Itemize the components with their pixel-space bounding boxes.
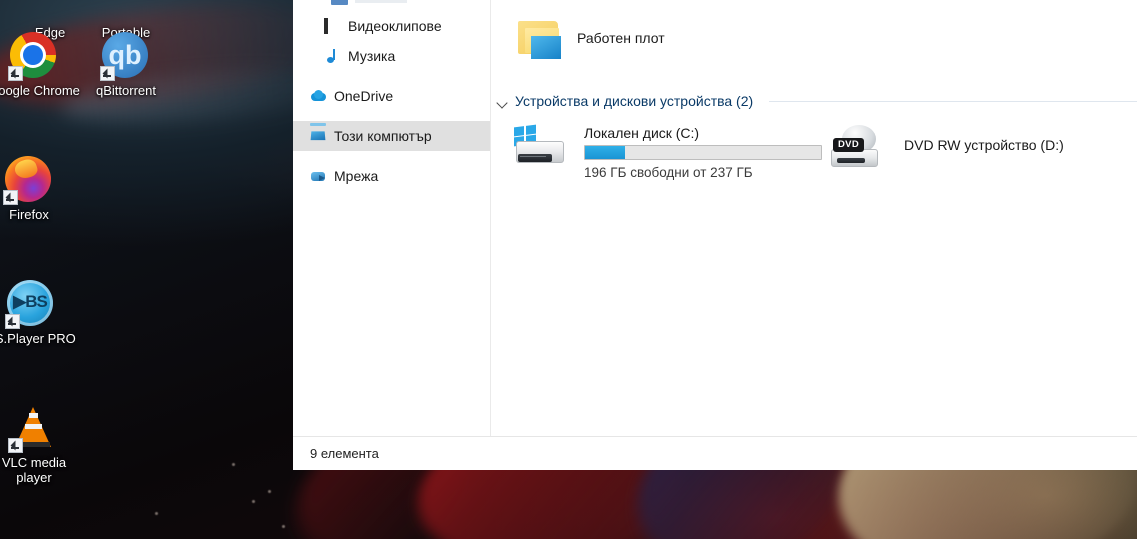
network-icon xyxy=(310,168,327,185)
wallpaper-sparkle xyxy=(252,500,255,503)
qbittorrent-icon: qb xyxy=(100,32,150,81)
dvd-badge-label: DVD xyxy=(833,138,864,152)
wallpaper-sparkle xyxy=(155,512,158,515)
shortcut-arrow-icon xyxy=(8,66,23,81)
desktop-icon-google-chrome[interactable]: Google Chrome xyxy=(0,32,82,98)
group-header-divider xyxy=(769,100,1137,102)
folder-item-desktop[interactable]: Работен плот xyxy=(516,18,665,59)
sidebar-item-video[interactable]: Видеоклипове xyxy=(293,11,490,41)
shortcut-arrow-icon xyxy=(3,190,18,205)
desktop-icon-label: Google Chrome xyxy=(0,83,80,98)
drive-capacity-bar xyxy=(584,145,822,160)
computer-icon xyxy=(310,128,327,145)
dvd-drive-icon: DVD xyxy=(831,124,888,170)
sidebar-item-label: OneDrive xyxy=(334,88,394,104)
wallpaper-sparkle xyxy=(282,525,285,528)
nav-item-partial-icon xyxy=(331,0,348,5)
desktop-icon-qbittorrent[interactable]: qb qBittorrent xyxy=(78,32,174,98)
sidebar-item-onedrive[interactable]: OneDrive xyxy=(293,81,490,111)
group-header-devices-and-drives[interactable]: Устройства и дискови устройства (2) xyxy=(497,93,1137,109)
folder-item-label: Работен плот xyxy=(577,30,665,46)
folder-icon xyxy=(102,0,150,22)
sidebar-item-label: Видеоклипове xyxy=(348,18,442,34)
sidebar-item-label: Музика xyxy=(348,48,396,64)
nav-item-partial-label xyxy=(355,0,407,3)
group-header-label: Устройства и дискови устройства (2) xyxy=(515,93,754,109)
music-note-icon xyxy=(324,48,341,65)
edge-icon xyxy=(26,0,74,22)
drive-free-space-label: 196 ГБ свободни от 237 ГБ xyxy=(584,165,753,180)
desktop-icon-label: Firefox xyxy=(9,207,49,222)
hard-disk-icon xyxy=(511,124,568,170)
sidebar-item-label: Мрежа xyxy=(334,168,379,184)
status-bar: 9 елемента xyxy=(293,436,1137,470)
drive-item-local-disk-c[interactable]: Локален диск (C:) 196 ГБ свободни от 237… xyxy=(511,124,822,180)
desktop-icon-label: VLC media player xyxy=(1,455,67,485)
drive-name-label: DVD RW устройство (D:) xyxy=(904,137,1064,153)
file-explorer-window[interactable]: Видеоклипове Музика OneDrive Този компют… xyxy=(293,0,1137,470)
bsplayer-icon: ▶BS xyxy=(5,280,55,329)
sidebar-item-this-pc[interactable]: Този компютър xyxy=(293,121,490,151)
wallpaper-sparkle xyxy=(268,490,271,493)
content-pane[interactable]: Работен плот Устройства и дискови устрой… xyxy=(491,0,1137,436)
status-item-count: 9 елемента xyxy=(310,446,379,461)
wallpaper-sparkle xyxy=(232,463,235,466)
folder-icon xyxy=(516,18,563,59)
sidebar-item-music[interactable]: Музика xyxy=(293,41,490,71)
desktop-icon-vlc-media-player[interactable]: VLC media player xyxy=(0,404,82,485)
drive-name-label: Локален диск (C:) xyxy=(584,125,700,141)
film-icon xyxy=(324,17,341,35)
desktop-icon-bs-player-pro[interactable]: ▶BS BS.Player PRO xyxy=(0,280,79,346)
shortcut-arrow-icon xyxy=(100,66,115,81)
sidebar-item-network[interactable]: Мрежа xyxy=(293,161,490,191)
desktop-icon-label: qBittorrent xyxy=(96,83,156,98)
chrome-icon xyxy=(8,32,58,81)
firefox-icon xyxy=(3,156,53,205)
drive-item-dvd-rw-d[interactable]: DVD DVD RW устройство (D:) xyxy=(831,124,1064,170)
desktop-icon-label: BS.Player PRO xyxy=(0,331,76,346)
shortcut-arrow-icon xyxy=(8,438,23,453)
sidebar-item-label: Този компютър xyxy=(334,128,432,144)
navigation-pane[interactable]: Видеоклипове Музика OneDrive Този компют… xyxy=(293,0,491,436)
vlc-icon xyxy=(8,404,58,453)
shortcut-arrow-icon xyxy=(5,314,20,329)
chevron-down-icon[interactable] xyxy=(497,96,508,107)
cloud-icon xyxy=(310,88,327,105)
desktop-icon-firefox[interactable]: Firefox xyxy=(0,156,77,222)
